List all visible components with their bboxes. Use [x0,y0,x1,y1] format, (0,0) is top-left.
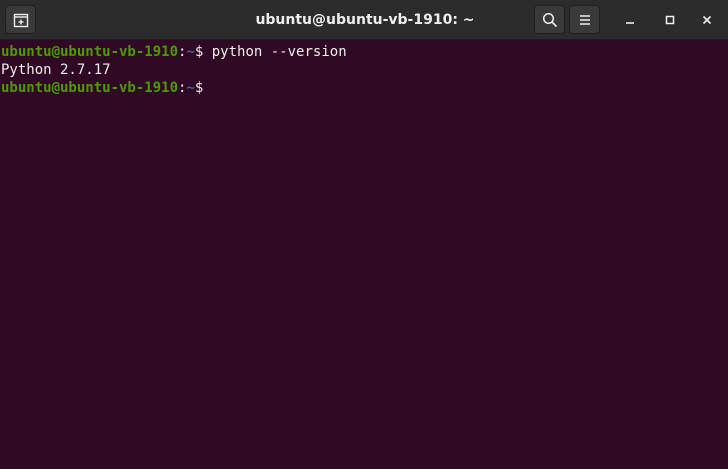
maximize-icon [665,15,675,25]
prompt-user-host: ubuntu@ubuntu-vb-1910 [1,44,179,60]
menu-button[interactable] [569,5,600,34]
maximize-button[interactable] [658,8,682,32]
prompt-symbol: $ [194,80,204,96]
scrollbar[interactable] [724,44,727,464]
terminal-output-area[interactable]: ubuntu@ubuntu-vb-1910:~$ python --versio… [0,41,728,469]
terminal-line-prompt: ubuntu@ubuntu-vb-1910:~$ [1,79,203,97]
terminal-line-output: Python 2.7.17 [1,62,111,78]
minimize-icon [626,22,634,24]
terminal-line-command: ubuntu@ubuntu-vb-1910:~$ python --versio… [1,43,347,61]
header-bar: ubuntu@ubuntu-vb-1910: ~ [0,0,728,40]
search-icon [542,12,557,27]
close-icon [702,15,712,25]
window-title: ubuntu@ubuntu-vb-1910: ~ [255,12,475,28]
new-tab-icon [13,13,28,27]
prompt-path: ~ [186,44,195,60]
hamburger-menu-icon [579,14,590,25]
prompt-path: ~ [186,80,195,96]
search-button[interactable] [534,5,565,34]
minimize-button[interactable] [618,8,642,32]
terminal-window: ubuntu@ubuntu-vb-1910: ~ ubuntu@ubuntu-v… [0,0,728,469]
prompt-user-host: ubuntu@ubuntu-vb-1910 [1,80,179,96]
command-text: python --version [203,44,347,60]
close-button[interactable] [695,8,719,32]
new-tab-button[interactable] [5,5,36,34]
